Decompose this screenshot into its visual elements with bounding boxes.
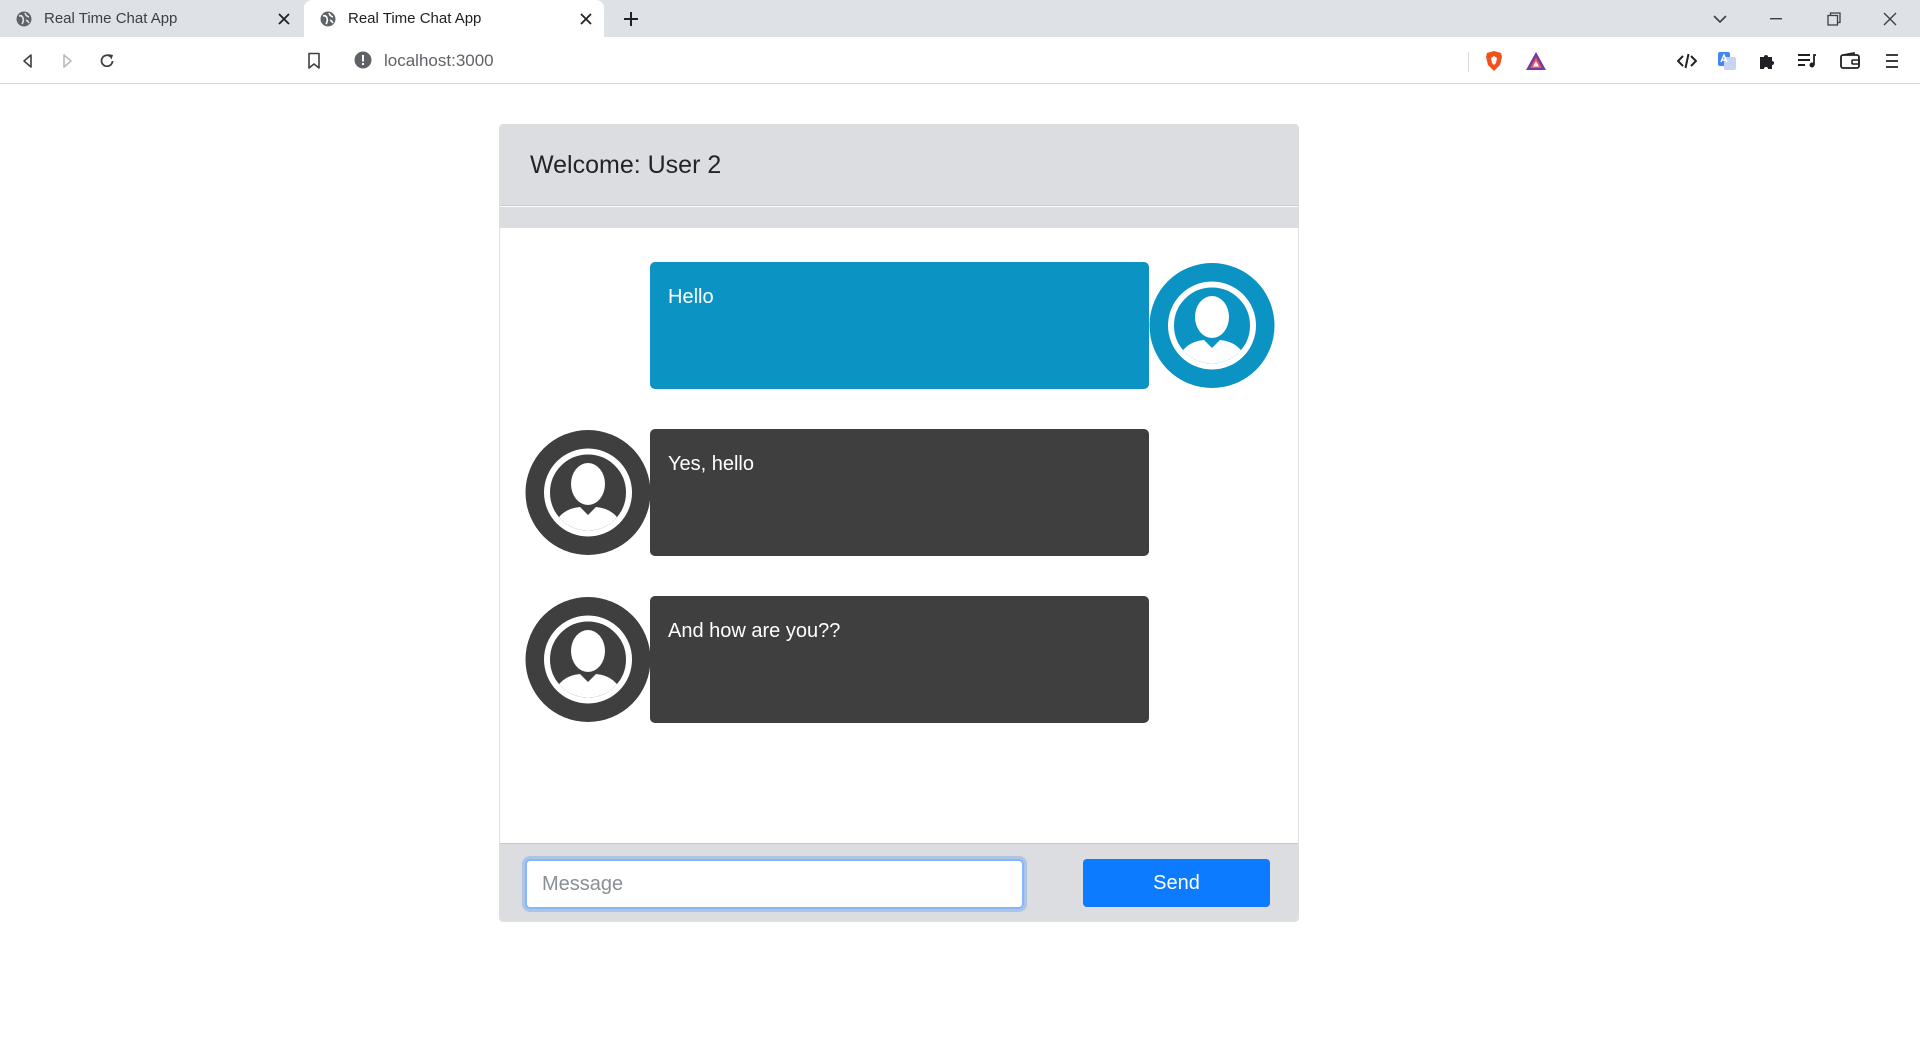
close-tab-icon[interactable] (572, 5, 600, 33)
user-avatar-icon (525, 429, 651, 556)
playlist-icon[interactable] (1791, 45, 1823, 77)
message-bubble-other: And how are you?? (650, 596, 1149, 723)
chat-card: Welcome: User 2 Hello Yes, hello And how… (499, 124, 1299, 922)
message-composer: Send (500, 843, 1298, 921)
globe-icon (16, 11, 32, 27)
tab-title: Real Time Chat App (44, 10, 178, 27)
wallet-icon[interactable] (1834, 45, 1866, 77)
forward-icon[interactable] (51, 45, 83, 77)
message-item-other: And how are you?? (500, 596, 1298, 723)
header-divider-strip (500, 207, 1298, 228)
address-bar[interactable]: localhost:3000 (340, 44, 1558, 78)
brave-shields-icon[interactable] (1478, 45, 1510, 77)
restore-icon[interactable] (1806, 0, 1862, 37)
address-divider (1468, 52, 1469, 72)
url-text: localhost:3000 (384, 51, 494, 70)
close-window-icon[interactable] (1862, 0, 1918, 37)
menu-hamburger-icon[interactable] (1876, 45, 1908, 77)
browser-toolbar: localhost:3000 (0, 37, 1920, 84)
message-list: Hello Yes, hello And how are you?? (500, 228, 1298, 844)
message-input[interactable] (525, 859, 1024, 909)
message-item-own: Hello (500, 262, 1298, 389)
extensions-puzzle-icon[interactable] (1751, 45, 1783, 77)
user-avatar-icon (525, 596, 651, 723)
browser-tab-active[interactable]: Real Time Chat App (304, 0, 604, 37)
send-button[interactable]: Send (1083, 859, 1270, 907)
user-avatar-icon (1149, 262, 1275, 389)
bookmark-icon[interactable] (298, 45, 330, 77)
developer-code-icon[interactable] (1671, 45, 1703, 77)
site-info-icon[interactable] (354, 51, 374, 71)
globe-icon (320, 11, 336, 27)
message-bubble-own: Hello (650, 262, 1149, 389)
tab-search-chevron-down-icon[interactable] (1692, 0, 1748, 37)
tab-title: Real Time Chat App (348, 10, 482, 27)
message-bubble-other: Yes, hello (650, 429, 1149, 556)
new-tab-plus-icon[interactable] (617, 5, 645, 33)
message-item-other: Yes, hello (500, 429, 1298, 556)
minimize-icon[interactable] (1748, 0, 1804, 37)
translate-icon[interactable] (1711, 45, 1743, 77)
brave-rewards-icon[interactable] (1520, 45, 1552, 77)
welcome-title: Welcome: User 2 (530, 150, 722, 179)
chat-header: Welcome: User 2 (500, 125, 1298, 206)
reload-icon[interactable] (91, 45, 123, 77)
close-tab-icon[interactable] (270, 5, 298, 33)
tab-strip: Real Time Chat App Real Time Chat App (0, 0, 1920, 37)
back-icon[interactable] (12, 45, 44, 77)
browser-tab[interactable]: Real Time Chat App (0, 0, 302, 37)
